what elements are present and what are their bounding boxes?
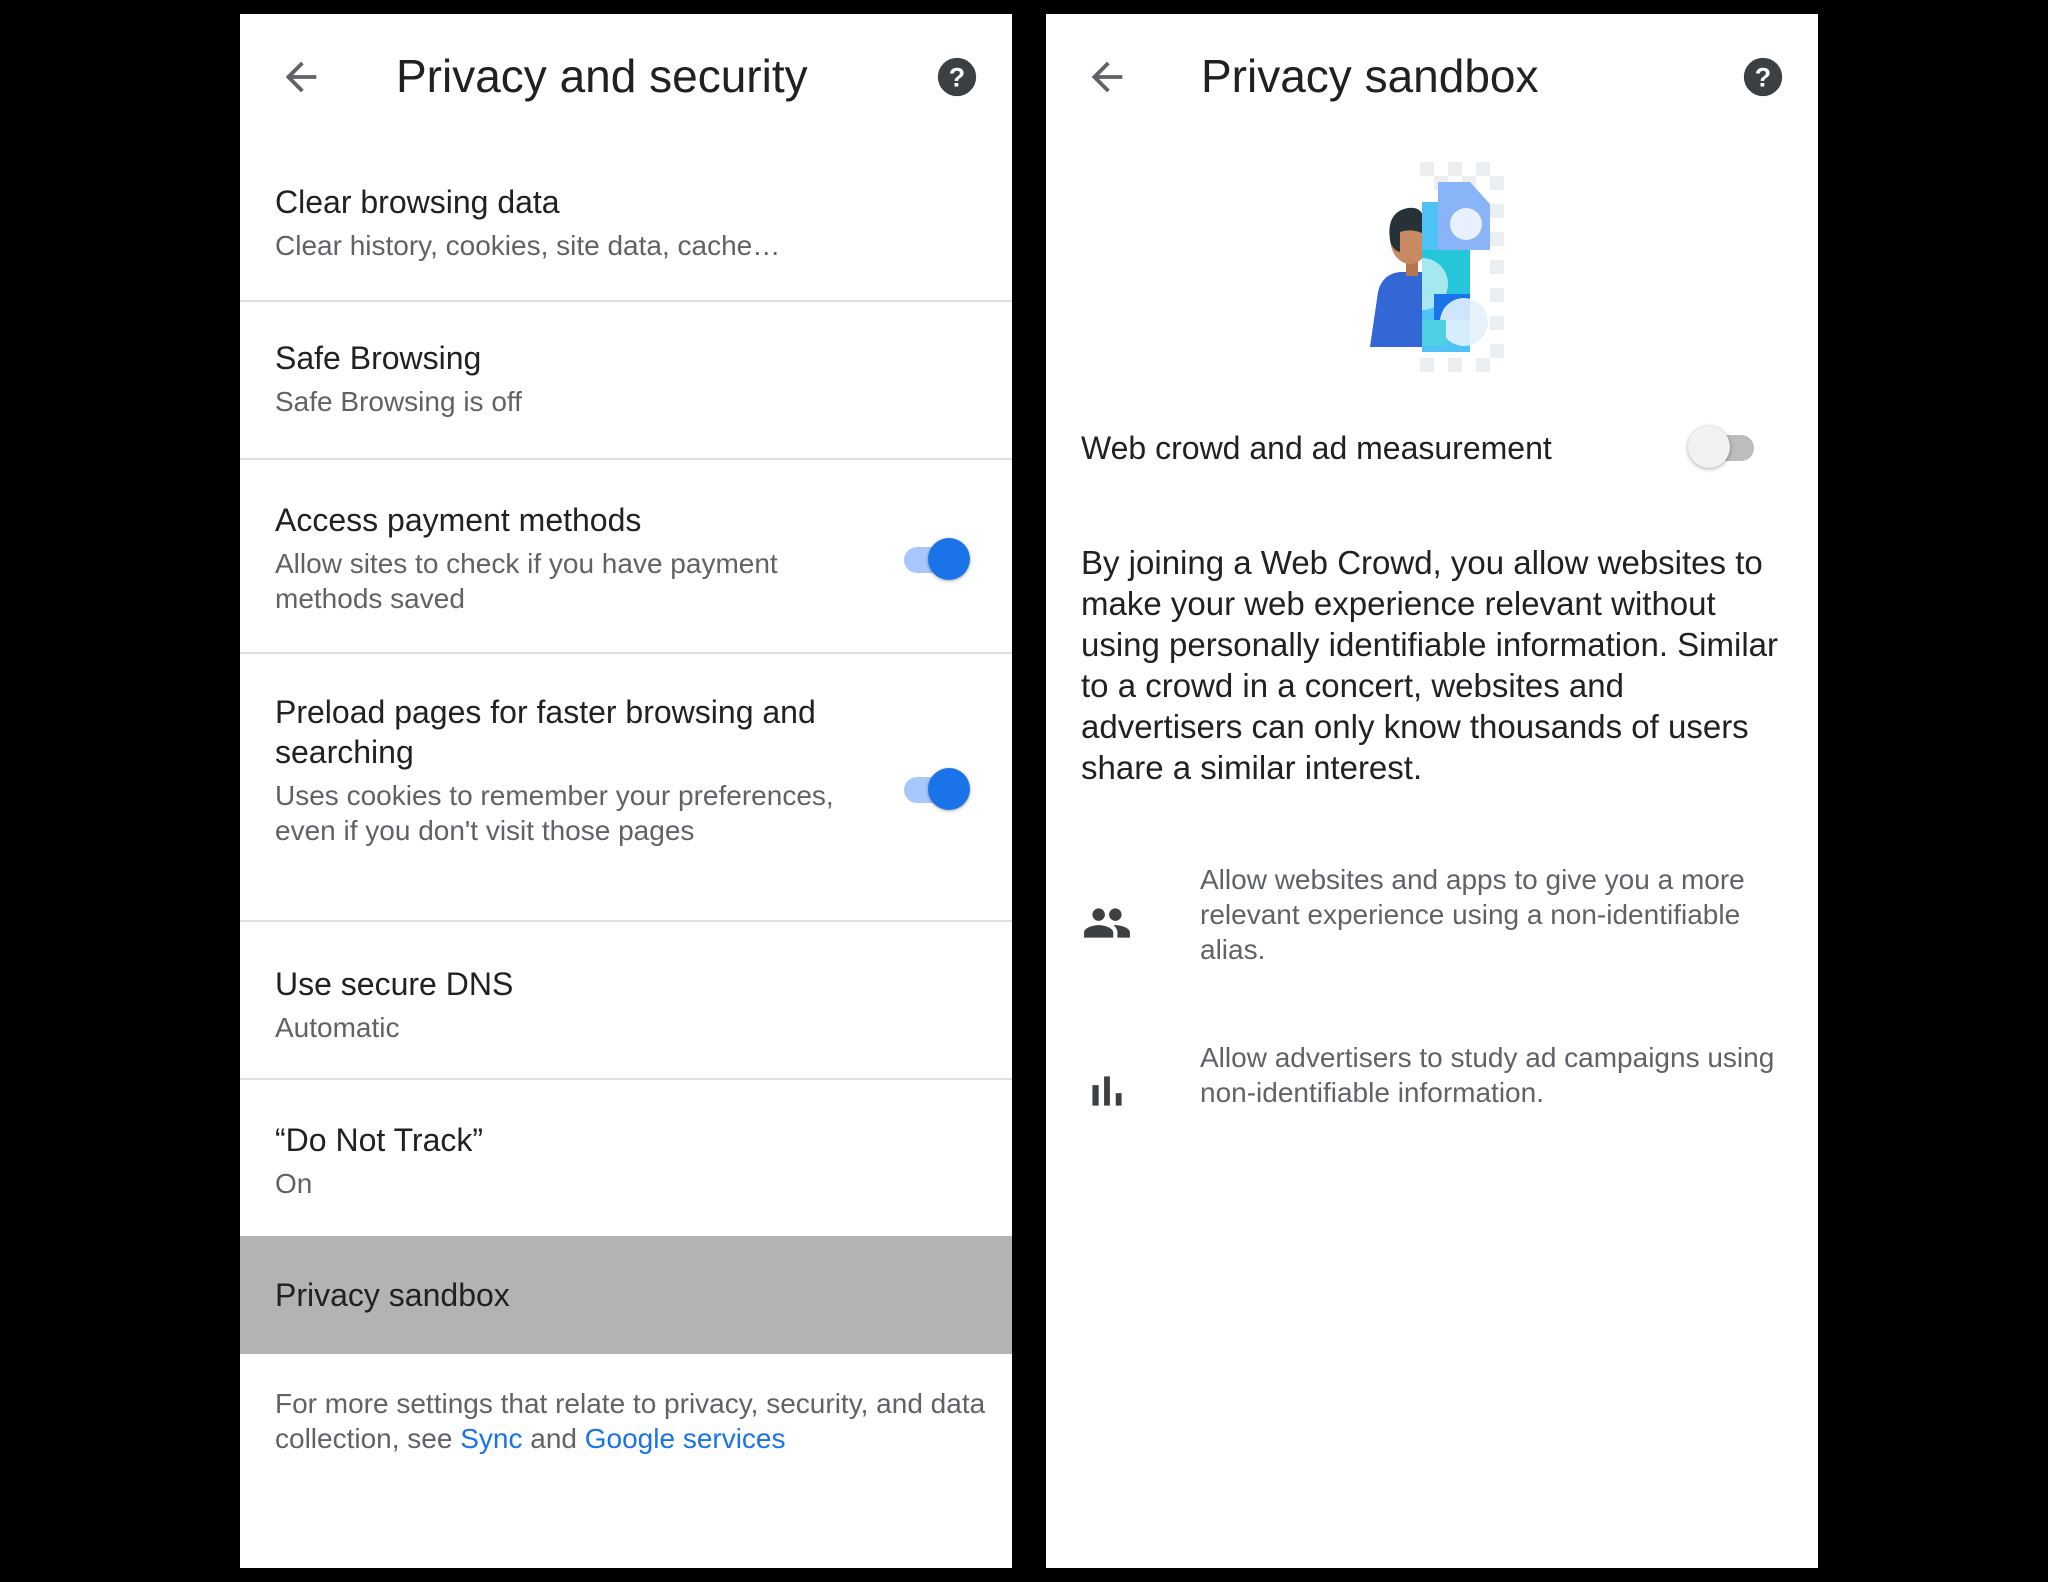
footer-text-mid: and	[522, 1423, 585, 1454]
help-icon[interactable]: ?	[934, 54, 980, 100]
bar-chart-icon	[1092, 1076, 1122, 1106]
sync-link[interactable]: Sync	[460, 1423, 522, 1454]
feature-text-ads: Allow advertisers to study ad campaigns …	[1200, 1042, 1775, 1108]
preload-pages-toggle[interactable]	[898, 764, 970, 814]
secure-dns-item[interactable]: Use secure DNS Automatic	[240, 922, 1012, 1078]
feature-text-alias: Allow websites and apps to give you a mo…	[1200, 864, 1745, 965]
web-crowd-description: By joining a Web Crowd, you allow websit…	[1081, 544, 1779, 786]
privacy-and-security-screen: Privacy and security ? Clear browsing da…	[240, 14, 1012, 1568]
page-title: Privacy and security	[396, 50, 808, 102]
item-title: Access payment methods	[275, 502, 642, 538]
item-subtitle: Automatic	[275, 1012, 400, 1043]
setting-label: Web crowd and ad measurement	[1081, 430, 1552, 466]
people-icon	[1084, 908, 1130, 938]
web-crowd-illustration	[1370, 162, 1504, 372]
payment-methods-toggle[interactable]	[898, 534, 970, 584]
clear-browsing-data-item[interactable]: Clear browsing data Clear history, cooki…	[240, 164, 1012, 300]
footer-note: For more settings that relate to privacy…	[275, 1386, 995, 1456]
toggle-thumb	[928, 538, 970, 580]
svg-text:?: ?	[949, 63, 965, 93]
svg-text:?: ?	[1755, 63, 1771, 93]
item-subtitle: On	[275, 1168, 313, 1199]
help-icon[interactable]: ?	[1740, 54, 1786, 100]
app-bar: Privacy sandbox ?	[1046, 14, 1818, 144]
privacy-sandbox-screen: Privacy sandbox ? Web crowd and ad measu…	[1046, 14, 1818, 1568]
page-title: Privacy sandbox	[1201, 50, 1539, 102]
item-subtitle: Uses cookies to remember your preference…	[275, 780, 834, 846]
toggle-thumb	[1688, 426, 1730, 468]
web-crowd-toggle[interactable]	[1688, 422, 1760, 472]
item-title: Use secure DNS	[275, 966, 514, 1002]
item-title: Safe Browsing	[275, 340, 482, 376]
back-arrow-icon[interactable]	[1084, 54, 1130, 100]
item-title: Clear browsing data	[275, 184, 560, 220]
safe-browsing-item[interactable]: Safe Browsing Safe Browsing is off	[240, 302, 1012, 458]
toggle-thumb	[928, 768, 970, 810]
back-arrow-icon[interactable]	[278, 54, 324, 100]
privacy-sandbox-item[interactable]: Privacy sandbox	[240, 1236, 1012, 1354]
item-title: “Do Not Track”	[275, 1122, 484, 1158]
access-payment-methods-item[interactable]: Access payment methods Allow sites to ch…	[240, 460, 1012, 652]
do-not-track-item[interactable]: “Do Not Track” On	[240, 1080, 1012, 1236]
google-services-link[interactable]: Google services	[585, 1423, 786, 1454]
item-title: Preload pages for faster browsing and se…	[275, 694, 816, 770]
app-bar: Privacy and security ?	[240, 14, 1012, 144]
web-crowd-setting[interactable]: Web crowd and ad measurement	[1046, 414, 1818, 514]
item-subtitle: Clear history, cookies, site data, cache…	[275, 230, 781, 261]
item-subtitle: Safe Browsing is off	[275, 386, 522, 417]
preload-pages-item[interactable]: Preload pages for faster browsing and se…	[240, 654, 1012, 920]
item-title: Privacy sandbox	[275, 1277, 510, 1313]
item-subtitle: Allow sites to check if you have payment…	[275, 548, 778, 614]
